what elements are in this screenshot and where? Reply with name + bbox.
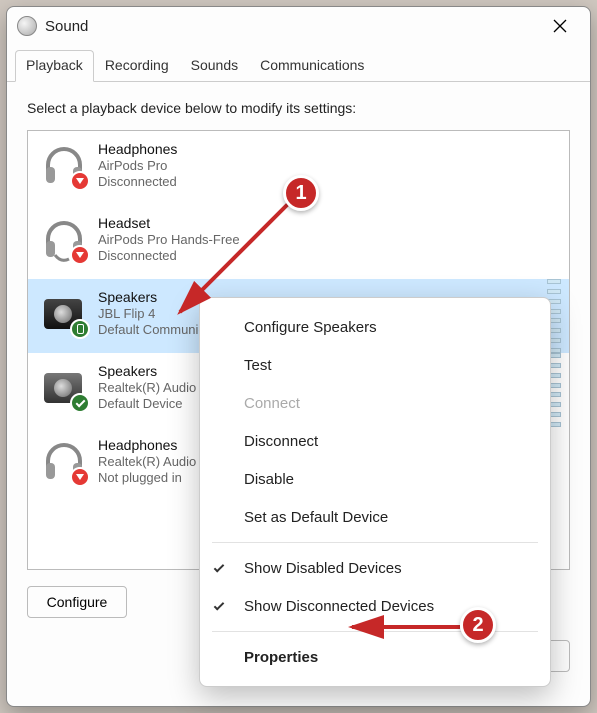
status-badge-disconnected bbox=[70, 245, 90, 265]
device-model: Realtek(R) Audio bbox=[98, 380, 196, 395]
ctx-show-disconnected-label: Show Disconnected Devices bbox=[244, 598, 434, 615]
device-model: AirPods Pro bbox=[98, 158, 177, 173]
status-badge-default-comm bbox=[70, 319, 90, 339]
device-status: Not plugged in bbox=[98, 470, 196, 485]
sound-icon bbox=[17, 16, 37, 36]
headset-icon bbox=[40, 215, 88, 263]
check-icon bbox=[214, 562, 225, 573]
headphones-icon bbox=[40, 437, 88, 485]
tab-playback[interactable]: Playback bbox=[15, 50, 94, 82]
headphones-icon bbox=[40, 141, 88, 189]
device-status: Disconnected bbox=[98, 248, 240, 263]
titlebar: Sound bbox=[7, 7, 590, 45]
tab-bar: Playback Recording Sounds Communications bbox=[7, 45, 590, 82]
annotation-1: 1 bbox=[283, 175, 319, 211]
ctx-connect: Connect bbox=[200, 384, 550, 422]
context-menu: Configure Speakers Test Connect Disconne… bbox=[199, 297, 551, 687]
tab-recording[interactable]: Recording bbox=[94, 50, 180, 82]
check-icon bbox=[214, 600, 225, 611]
ctx-show-disabled-label: Show Disabled Devices bbox=[244, 560, 402, 577]
close-button[interactable] bbox=[540, 11, 580, 41]
device-name: Headphones bbox=[98, 141, 177, 157]
ctx-show-disabled[interactable]: Show Disabled Devices bbox=[200, 549, 550, 587]
status-badge-default bbox=[70, 393, 90, 413]
ctx-set-default[interactable]: Set as Default Device bbox=[200, 498, 550, 536]
device-item[interactable]: Headset AirPods Pro Hands-Free Disconnec… bbox=[28, 205, 569, 279]
tab-sounds[interactable]: Sounds bbox=[180, 50, 249, 82]
status-badge-disconnected bbox=[70, 171, 90, 191]
device-name: Headphones bbox=[98, 437, 196, 453]
speaker-icon bbox=[40, 289, 88, 337]
device-model: Realtek(R) Audio bbox=[98, 454, 196, 469]
status-badge-unplugged bbox=[70, 467, 90, 487]
device-name: Speakers bbox=[98, 363, 196, 379]
separator bbox=[212, 542, 538, 543]
ctx-configure-speakers[interactable]: Configure Speakers bbox=[200, 308, 550, 346]
device-status: Disconnected bbox=[98, 174, 177, 189]
ctx-test[interactable]: Test bbox=[200, 346, 550, 384]
speaker-icon bbox=[40, 363, 88, 411]
ctx-show-disconnected[interactable]: Show Disconnected Devices bbox=[200, 587, 550, 625]
configure-button[interactable]: Configure bbox=[27, 586, 127, 618]
tab-communications[interactable]: Communications bbox=[249, 50, 375, 82]
device-name: Headset bbox=[98, 215, 240, 231]
ctx-disable[interactable]: Disable bbox=[200, 460, 550, 498]
device-model: AirPods Pro Hands-Free bbox=[98, 232, 240, 247]
ctx-disconnect[interactable]: Disconnect bbox=[200, 422, 550, 460]
sound-dialog: Sound Playback Recording Sounds Communic… bbox=[6, 6, 591, 707]
device-status: Default Device bbox=[98, 396, 196, 411]
annotation-2: 2 bbox=[460, 607, 496, 643]
instruction-text: Select a playback device below to modify… bbox=[27, 100, 570, 116]
ctx-properties[interactable]: Properties bbox=[200, 638, 550, 676]
window-title: Sound bbox=[45, 18, 88, 35]
